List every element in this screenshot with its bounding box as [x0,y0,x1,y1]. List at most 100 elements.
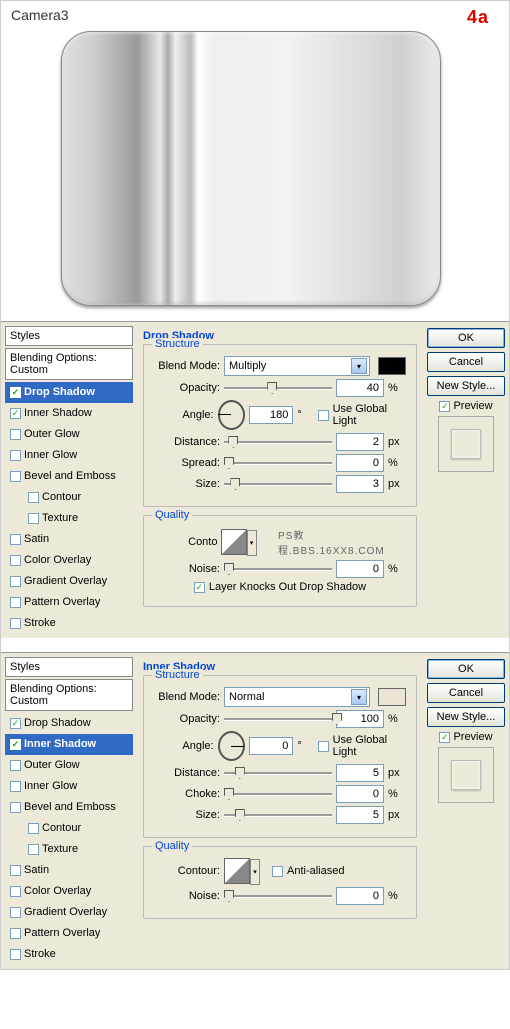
color-swatch[interactable] [378,688,406,706]
knockout-checkbox[interactable] [194,582,205,593]
style-item-satin[interactable]: Satin [5,860,133,881]
checkbox-icon[interactable] [10,718,21,729]
size-input[interactable]: 3 [336,475,384,493]
size-label: Size: [154,809,220,821]
blend-mode-select[interactable]: Normal ▾ [224,687,370,707]
style-item-stroke[interactable]: Stroke [5,944,133,965]
spread-input[interactable]: 0 [336,785,384,803]
contour-picker[interactable]: ▾ [224,858,250,884]
checkbox-icon[interactable] [10,408,21,419]
size-input[interactable]: 5 [336,806,384,824]
angle-input[interactable]: 0 [249,737,293,755]
style-item-contour[interactable]: Contour [5,487,133,508]
global-light-checkbox[interactable] [318,410,329,421]
checkbox-icon[interactable] [10,555,21,566]
checkbox-icon[interactable] [10,429,21,440]
style-item-inner-shadow[interactable]: Inner Shadow [5,734,133,755]
cancel-button[interactable]: Cancel [427,352,505,372]
style-item-texture[interactable]: Texture [5,508,133,529]
style-item-inner-glow[interactable]: Inner Glow [5,776,133,797]
structure-legend: Structure [152,669,203,681]
blend-mode-select[interactable]: Multiply ▾ [224,356,370,376]
checkbox-icon[interactable] [28,823,39,834]
blending-options-header[interactable]: Blending Options: Custom [5,348,133,380]
checkbox-icon[interactable] [10,907,21,918]
chevron-down-icon[interactable]: ▾ [351,689,367,705]
size-slider[interactable] [224,480,332,488]
style-item-gradient-overlay[interactable]: Gradient Overlay [5,902,133,923]
angle-input[interactable]: 180 [249,406,293,424]
checkbox-icon[interactable] [10,928,21,939]
checkbox-icon[interactable] [10,618,21,629]
cancel-button[interactable]: Cancel [427,683,505,703]
style-item-drop-shadow[interactable]: Drop Shadow [5,382,133,403]
checkbox-icon[interactable] [10,781,21,792]
checkbox-icon[interactable] [10,387,21,398]
noise-slider[interactable] [224,565,332,573]
checkbox-icon[interactable] [28,844,39,855]
preview-checkbox[interactable] [439,732,450,743]
style-item-gradient-overlay[interactable]: Gradient Overlay [5,571,133,592]
chevron-down-icon[interactable]: ▾ [250,859,260,885]
noise-slider[interactable] [224,892,332,900]
angle-dial[interactable] [218,731,245,761]
contour-picker[interactable]: ▾ [221,529,246,555]
styles-header[interactable]: Styles [5,657,133,677]
angle-dial[interactable] [218,400,245,430]
checkbox-icon[interactable] [10,760,21,771]
blending-options-header[interactable]: Blending Options: Custom [5,679,133,711]
checkbox-icon[interactable] [28,492,39,503]
checkbox-icon[interactable] [10,802,21,813]
style-item-pattern-overlay[interactable]: Pattern Overlay [5,923,133,944]
noise-input[interactable]: 0 [336,560,384,578]
noise-input[interactable]: 0 [336,887,384,905]
checkbox-icon[interactable] [10,886,21,897]
style-item-bevel-and-emboss[interactable]: Bevel and Emboss [5,466,133,487]
style-item-texture[interactable]: Texture [5,839,133,860]
ok-button[interactable]: OK [427,328,505,348]
checkbox-icon[interactable] [28,513,39,524]
style-item-drop-shadow[interactable]: Drop Shadow [5,713,133,734]
ok-button[interactable]: OK [427,659,505,679]
style-item-color-overlay[interactable]: Color Overlay [5,550,133,571]
spread-slider[interactable] [224,790,332,798]
chevron-down-icon[interactable]: ▾ [247,530,257,556]
preview-checkbox[interactable] [439,401,450,412]
new-style-button[interactable]: New Style... [427,376,505,396]
style-item-outer-glow[interactable]: Outer Glow [5,424,133,445]
color-swatch[interactable] [378,357,406,375]
distance-input[interactable]: 2 [336,433,384,451]
opacity-slider[interactable] [224,715,332,723]
global-light-checkbox[interactable] [318,741,329,752]
checkbox-icon[interactable] [10,576,21,587]
checkbox-icon[interactable] [10,949,21,960]
checkbox-icon[interactable] [10,597,21,608]
styles-header[interactable]: Styles [5,326,133,346]
opacity-input[interactable]: 100 [336,710,384,728]
new-style-button[interactable]: New Style... [427,707,505,727]
checkbox-icon[interactable] [10,471,21,482]
checkbox-icon[interactable] [10,450,21,461]
style-item-satin[interactable]: Satin [5,529,133,550]
checkbox-icon[interactable] [10,739,21,750]
spread-slider[interactable] [224,459,332,467]
style-item-bevel-and-emboss[interactable]: Bevel and Emboss [5,797,133,818]
size-slider[interactable] [224,811,332,819]
antialias-checkbox[interactable] [272,866,283,877]
style-item-pattern-overlay[interactable]: Pattern Overlay [5,592,133,613]
opacity-slider[interactable] [224,384,332,392]
style-item-contour[interactable]: Contour [5,818,133,839]
style-item-inner-shadow[interactable]: Inner Shadow [5,403,133,424]
spread-input[interactable]: 0 [336,454,384,472]
style-item-stroke[interactable]: Stroke [5,613,133,634]
checkbox-icon[interactable] [10,534,21,545]
distance-slider[interactable] [224,769,332,777]
distance-input[interactable]: 5 [336,764,384,782]
style-item-inner-glow[interactable]: Inner Glow [5,445,133,466]
checkbox-icon[interactable] [10,865,21,876]
opacity-input[interactable]: 40 [336,379,384,397]
chevron-down-icon[interactable]: ▾ [351,358,367,374]
style-item-outer-glow[interactable]: Outer Glow [5,755,133,776]
distance-slider[interactable] [224,438,332,446]
style-item-color-overlay[interactable]: Color Overlay [5,881,133,902]
